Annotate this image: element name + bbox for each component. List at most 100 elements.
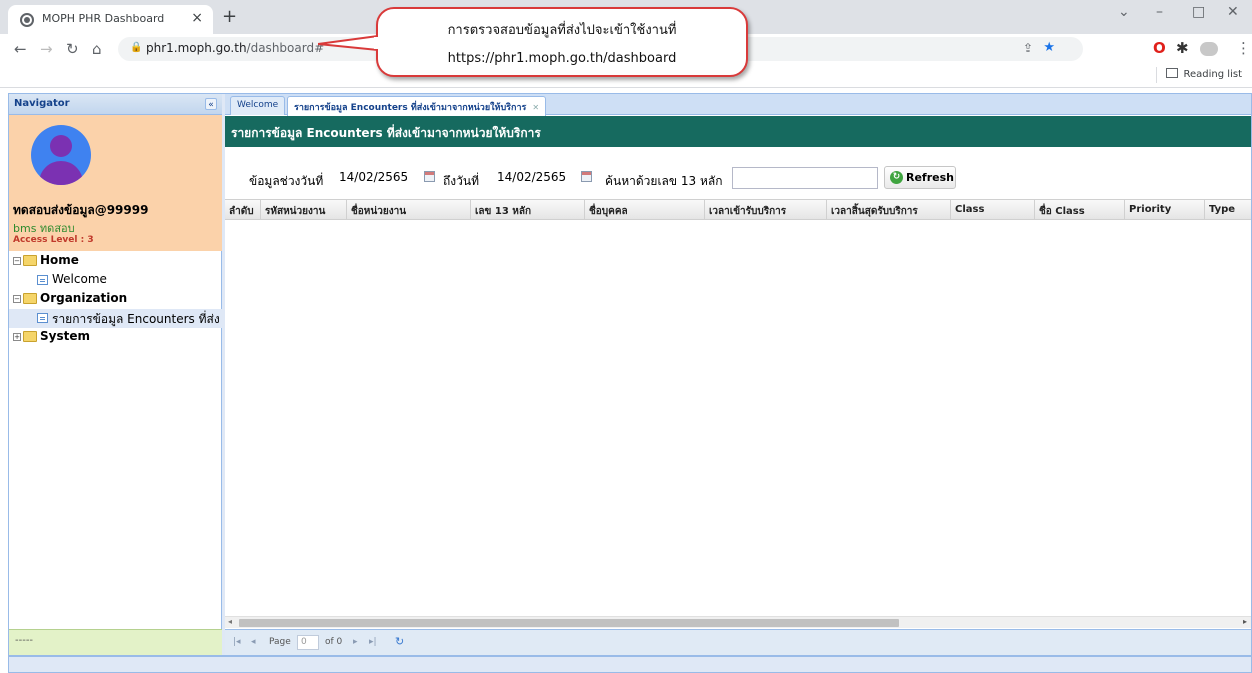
refresh-icon: ↻ [890,171,903,184]
navigation-tree: − Home Welcome − Organization รายการข้อม… [9,252,222,347]
navigator-title: Navigator [14,98,70,109]
navigator-panel: Navigator « ทดสอบส่งข้อมูล@99999 bms ทดส… [9,94,222,655]
collapse-icon[interactable]: « [205,98,217,110]
column-header[interactable]: เวลาสิ้นสุดรับบริการ [827,200,951,220]
home-button[interactable]: ⌂ [92,40,102,58]
tree-label: Welcome [52,272,107,286]
refresh-button[interactable]: ↻ Refresh [884,166,956,189]
avatar [31,125,91,185]
url-path: /dashboard# [246,41,325,55]
column-header[interactable]: Type [1205,200,1251,220]
globe-icon [20,13,34,27]
tree-item-organization[interactable]: − Organization [9,290,222,309]
to-date-input[interactable]: 14/02/2565 [493,167,577,189]
forward-button[interactable]: → [40,40,53,58]
collapse-node-icon[interactable]: − [13,295,21,303]
tree-item-home[interactable]: − Home [9,252,222,271]
url-host: phr1.moph.go.th [146,41,247,55]
page-number-input[interactable]: 0 [297,635,319,650]
grid-body [225,220,1251,616]
divider [1156,67,1157,83]
reading-list-button[interactable]: Reading list [1165,68,1242,80]
column-header[interactable]: Class [951,200,1035,220]
main-panel: Welcome รายการข้อมูล Encounters ที่ส่งเข… [225,94,1251,655]
column-header[interactable]: ชื่อบุคคล [585,200,705,220]
tree-label: System [40,329,90,343]
tab-welcome[interactable]: Welcome [230,96,286,115]
refresh-label: Refresh [906,171,954,184]
collapse-node-icon[interactable]: − [13,257,21,265]
scroll-left-icon[interactable]: ◂ [228,617,232,626]
app-container: Navigator « ทดสอบส่งข้อมูล@99999 bms ทดส… [8,93,1252,656]
bookmark-star-icon[interactable]: ★ [1043,40,1055,55]
column-header[interactable]: เลข 13 หลัก [471,200,585,220]
filter-bar: ข้อมูลช่วงวันที่ 14/02/2565 ถึงวันที่ 14… [225,147,1251,199]
cid-search-input[interactable] [732,167,878,189]
share-icon[interactable]: ⇪ [1023,41,1033,55]
to-date-label: ถึงวันที่ [443,174,479,188]
panel-title: รายการข้อมูล Encounters ที่ส่งเข้ามาจากห… [231,126,541,140]
close-tab-icon[interactable]: × [191,10,203,26]
column-header[interactable]: ชื่อ Class [1035,200,1125,220]
lock-icon: 🔒 [130,42,143,53]
page-icon [37,313,48,323]
tree-label: Home [40,253,79,267]
tree-label: รายการข้อมูล Encounters ที่ส่ง [52,312,220,326]
column-header[interactable]: รหัสหน่วยงาน [261,200,347,220]
status-bar [8,656,1252,673]
tree-item-encounters[interactable]: รายการข้อมูล Encounters ที่ส่ง [9,309,222,328]
reload-button[interactable]: ↻ [66,40,79,58]
last-page-icon[interactable]: ▸| [369,637,377,647]
back-button[interactable]: ← [14,40,27,58]
user-profile: ทดสอบส่งข้อมูล@99999 bms ทดสอบ Access Le… [9,115,222,251]
close-tab-icon[interactable]: ✕ [532,103,539,112]
profile-avatar[interactable] [1200,42,1218,56]
folder-icon [23,331,37,342]
column-header[interactable]: ชื่อหน่วยงาน [347,200,471,220]
next-page-icon[interactable]: ▸ [353,637,358,647]
callout-pointer [318,34,378,52]
tab-label: Welcome [237,100,279,110]
folder-icon [23,255,37,266]
footer-text: ----- [15,635,34,646]
user-name: ทดสอบส่งข้อมูล@99999 [13,203,149,217]
scroll-thumb[interactable] [239,619,899,627]
from-date-input[interactable]: 14/02/2565 [335,167,419,189]
expand-node-icon[interactable]: + [13,333,21,341]
first-page-icon[interactable]: |◂ [233,637,241,647]
page-label: Page [269,637,291,647]
prev-page-icon[interactable]: ◂ [251,637,256,647]
column-header[interactable]: Priority [1125,200,1205,220]
folder-icon [23,293,37,304]
paging-toolbar: |◂ ◂ Page 0 of 0 ▸ ▸| ↻ [225,629,1251,655]
access-level: Access Level : 3 [13,235,94,245]
extensions-icon[interactable]: ✱ [1176,39,1189,57]
cid-search-label: ค้นหาด้วยเลข 13 หลัก [605,174,723,188]
navigator-footer: ----- [9,629,222,655]
calendar-icon[interactable] [424,171,435,182]
opera-icon[interactable]: O [1153,39,1166,57]
reload-grid-icon[interactable]: ↻ [395,635,404,648]
grid-header: ลำดับ รหัสหน่วยงาน ชื่อหน่วยงาน เลข 13 ห… [225,199,1251,220]
tree-item-system[interactable]: + System [9,328,222,347]
reading-list-icon [1165,68,1178,78]
column-header[interactable]: ลำดับ [225,200,261,220]
tree-item-welcome[interactable]: Welcome [9,271,222,290]
tab-encounters[interactable]: รายการข้อมูล Encounters ที่ส่งเข้ามาจากห… [287,96,547,116]
calendar-icon[interactable] [581,171,592,182]
page-count: of 0 [325,637,343,647]
from-date-label: ข้อมูลช่วงวันที่ [249,174,324,188]
navigator-header: Navigator « [9,94,222,115]
new-tab-button[interactable]: + [222,6,237,27]
minimize-button[interactable]: – [1156,4,1163,20]
column-header[interactable]: เวลาเข้ารับบริการ [705,200,827,220]
panel-title-bar: รายการข้อมูล Encounters ที่ส่งเข้ามาจากห… [225,116,1251,147]
maximize-button[interactable]: □ [1192,4,1205,20]
scroll-right-icon[interactable]: ▸ [1243,617,1247,626]
reading-list-label: Reading list [1183,69,1242,80]
horizontal-scrollbar[interactable]: ◂ ▸ [225,616,1251,628]
menu-icon[interactable]: ⋮ [1236,39,1251,57]
tab-search-icon[interactable]: ⌄ [1118,4,1130,20]
close-window-button[interactable]: ✕ [1227,4,1239,20]
browser-tab[interactable]: MOPH PHR Dashboard × [8,5,213,34]
